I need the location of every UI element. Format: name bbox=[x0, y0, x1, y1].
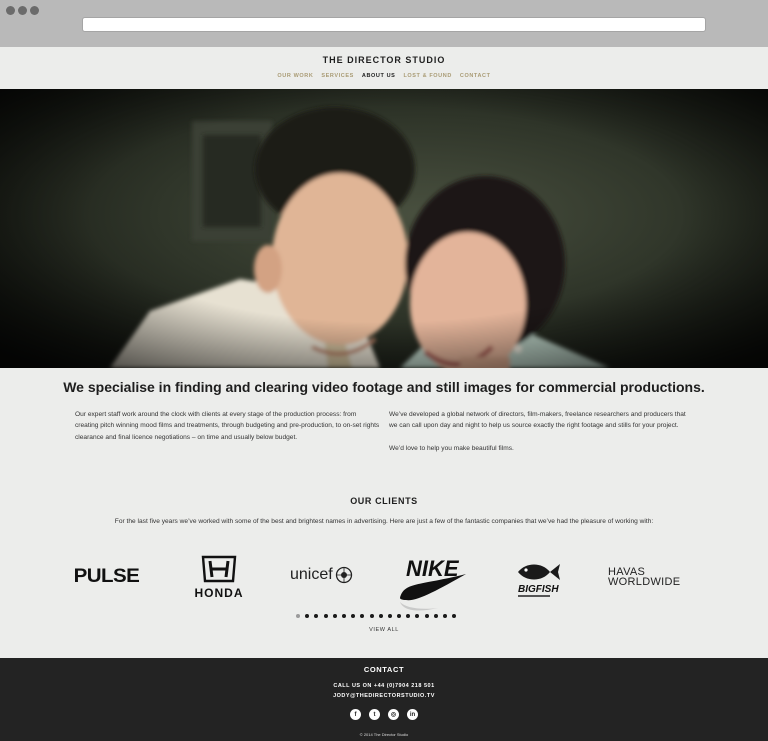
carousel-dot[interactable] bbox=[433, 614, 438, 618]
carousel-dot[interactable] bbox=[452, 614, 457, 618]
intro-left-paragraph: Our expert staff work around the clock w… bbox=[75, 411, 380, 441]
intro-left-column: Our expert staff work around the clock w… bbox=[75, 409, 380, 443]
carousel-dot[interactable] bbox=[305, 614, 310, 618]
carousel-dot[interactable] bbox=[415, 614, 420, 618]
window-minimize-dot[interactable] bbox=[18, 6, 27, 15]
site-header: THE DIRECTOR STUDIO OUR WORK SERVICES AB… bbox=[0, 47, 768, 89]
nav-services[interactable]: SERVICES bbox=[321, 73, 354, 79]
carousel-pager bbox=[296, 614, 457, 618]
carousel-dot[interactable] bbox=[406, 614, 411, 618]
intro-right-paragraph-2: We’d love to help you make beautiful fil… bbox=[389, 444, 514, 452]
havas-wordmark-line2: WORLDWIDE bbox=[608, 576, 681, 588]
intro-headline: We specialise in finding and clearing vi… bbox=[63, 379, 705, 395]
carousel-dot[interactable] bbox=[314, 614, 319, 618]
carousel-dot[interactable] bbox=[369, 614, 374, 618]
address-bar[interactable] bbox=[82, 17, 706, 32]
carousel-dot[interactable] bbox=[360, 614, 365, 618]
client-logo-honda[interactable]: HONDA bbox=[183, 554, 255, 600]
nav-lost-found[interactable]: LOST & FOUND bbox=[403, 73, 451, 79]
nav-about-us[interactable]: ABOUT US bbox=[362, 73, 396, 79]
pulse-wordmark: PULSE bbox=[73, 566, 140, 587]
bigfish-wordmark: BIGFISH bbox=[518, 584, 559, 595]
carousel-dot[interactable] bbox=[424, 614, 429, 618]
nike-swoosh-icon: NIKE bbox=[400, 556, 466, 611]
hero-photo-illustration bbox=[0, 89, 768, 368]
bigfish-fish-icon: BIGFISH bbox=[518, 564, 560, 597]
footer-email[interactable]: JODY@THEDIRECTORSTUDIO.TV bbox=[0, 693, 768, 699]
main-nav: OUR WORK SERVICES ABOUT US LOST & FOUND … bbox=[0, 73, 768, 79]
view-all-link[interactable]: VIEW ALL bbox=[0, 627, 768, 633]
carousel-dot[interactable] bbox=[323, 614, 328, 618]
clients-description: For the last five years we’ve worked wit… bbox=[114, 518, 654, 525]
unicef-globe-icon bbox=[335, 566, 352, 584]
footer-phone[interactable]: CALL US ON +44 (0)7904 218 501 bbox=[0, 683, 768, 689]
carousel-dot[interactable] bbox=[332, 614, 337, 618]
client-logo-havas[interactable]: HAVAS WORLDWIDE bbox=[608, 567, 681, 588]
carousel-dot[interactable] bbox=[378, 614, 383, 618]
footer-contact-title: CONTACT bbox=[363, 665, 405, 674]
carousel-dot[interactable] bbox=[397, 614, 402, 618]
nav-our-work[interactable]: OUR WORK bbox=[277, 73, 313, 79]
carousel-dot[interactable] bbox=[341, 614, 346, 618]
honda-wordmark: HONDA bbox=[194, 586, 244, 600]
footer-copyright: © 2014 The Director Studio bbox=[359, 732, 409, 737]
carousel-dot[interactable] bbox=[296, 614, 300, 618]
hero-photo bbox=[0, 89, 768, 368]
client-logo-unicef[interactable]: unicef bbox=[290, 566, 353, 584]
window-close-dot[interactable] bbox=[6, 6, 15, 15]
honda-emblem-icon bbox=[201, 555, 237, 583]
twitter-icon[interactable]: t bbox=[369, 709, 380, 720]
client-logo-nike[interactable]: NIKE bbox=[398, 556, 468, 612]
client-logos-carousel: PULSE HONDA unicef NIKE BIGFISH HAVAS WO… bbox=[0, 550, 768, 612]
carousel-dot[interactable] bbox=[443, 614, 447, 618]
site-brand[interactable]: THE DIRECTOR STUDIO bbox=[0, 55, 768, 65]
clients-title: OUR CLIENTS bbox=[350, 496, 418, 506]
site-footer: CONTACT CALL US ON +44 (0)7904 218 501 J… bbox=[0, 658, 768, 741]
client-logo-pulse[interactable]: PULSE bbox=[74, 566, 140, 588]
nav-contact[interactable]: CONTACT bbox=[460, 73, 491, 79]
client-logo-bigfish[interactable]: BIGFISH bbox=[512, 556, 562, 602]
instagram-icon[interactable]: ◎ bbox=[388, 709, 399, 720]
browser-chrome bbox=[0, 0, 768, 47]
carousel-dot[interactable] bbox=[387, 614, 392, 618]
intro-right-paragraph-1: We’ve developed a global network of dire… bbox=[389, 411, 686, 430]
facebook-icon[interactable]: f bbox=[350, 709, 361, 720]
social-links: f t ◎ in bbox=[350, 709, 418, 720]
carousel-dot[interactable] bbox=[351, 614, 356, 618]
window-maximize-dot[interactable] bbox=[30, 6, 39, 15]
unicef-wordmark: unicef bbox=[290, 566, 333, 583]
linkedin-icon[interactable]: in bbox=[407, 709, 418, 720]
intro-right-column: We’ve developed a global network of dire… bbox=[389, 409, 694, 454]
nike-wordmark: NIKE bbox=[406, 556, 460, 581]
